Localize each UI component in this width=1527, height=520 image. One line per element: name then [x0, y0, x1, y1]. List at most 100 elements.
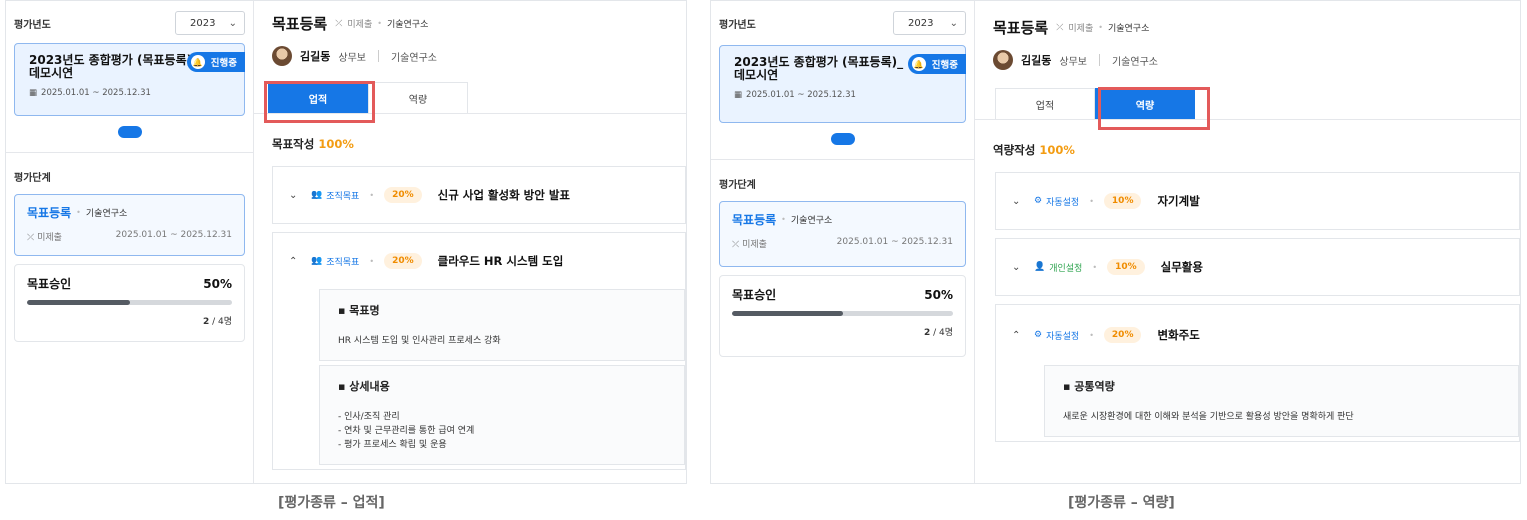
- right-screenshot-panel: 평가년도 2023 ⌄ 2023년도 종합평가 (목표등록)_데모시연 ▦ 2025…: [710, 0, 1521, 484]
- stage-dept: 기술연구소: [85, 209, 128, 219]
- user-info: 김길동 상무보 기술연구소: [993, 50, 1502, 70]
- year-label: 평가년도: [14, 19, 51, 31]
- section-title: 역량작성 100%: [993, 143, 1075, 157]
- competency-item[interactable]: ⌄ ⚙ 자동설정 • 10% 자기계발: [995, 172, 1520, 230]
- auto-setting-icon: ⚙: [1034, 330, 1043, 340]
- tab-performance[interactable]: 업적: [995, 88, 1095, 119]
- competency-weight: 10%: [1107, 259, 1145, 275]
- header-dept: 기술연구소: [1107, 24, 1150, 34]
- chevron-down-icon[interactable]: ⌄: [1012, 196, 1024, 207]
- competency-detail: ▪ 공통역량 새로운 시장환경에 대한 이해와 분석을 기반으로 활용성 방안을…: [1044, 365, 1519, 437]
- pager-indicator[interactable]: [830, 133, 855, 145]
- competency-weight: 20%: [1103, 327, 1142, 343]
- year-label: 평가년도: [719, 19, 756, 31]
- status-badge: 🔔 진행중: [907, 54, 966, 74]
- no-submit-icon: ⤫: [27, 233, 35, 243]
- goal-detail-name: ▪ 목표명 HR 시스템 도입 및 인사관리 프로세스 강화: [319, 289, 685, 361]
- stage-status: 미제출: [742, 240, 767, 250]
- goal-item-expanded[interactable]: ⌃ 👥 조직목표 • 20% 클라우드 HR 시스템 도입 ▪ 목표명 HR 시스…: [272, 232, 686, 470]
- approval-count: 2 / 4명: [923, 328, 953, 338]
- bell-icon: 🔔: [190, 55, 205, 69]
- bell-icon: 🔔: [911, 57, 926, 71]
- competency-name: 변화주도: [1157, 328, 1200, 342]
- user-rank: 상무보: [1059, 56, 1087, 68]
- no-submit-icon: ⤫: [1056, 22, 1064, 33]
- avatar: [993, 50, 1013, 70]
- user-name: 김길동: [1021, 54, 1052, 67]
- user-name: 김길동: [300, 50, 331, 63]
- competency-name: 실무활용: [1160, 260, 1203, 274]
- person-icon: 👤: [1034, 262, 1046, 272]
- chevron-down-icon: ⌄: [228, 17, 237, 29]
- evaluation-period: 2025.01.01 ~ 2025.12.31: [41, 88, 151, 98]
- pager-indicator[interactable]: [117, 126, 142, 138]
- stage-card-goal-registration[interactable]: 목표등록 • 기술연구소 ⤫ 미제출 2025.01.01 ~ 2025.12.…: [719, 201, 966, 267]
- competency-kind: 자동설정: [1046, 331, 1080, 342]
- calendar-icon: ▦: [734, 90, 743, 100]
- evaluation-card[interactable]: 2023년도 종합평가 (목표등록)_데모시연 ▦ 2025.01.01 ~ 20…: [14, 43, 245, 116]
- goal-kind: 조직목표: [326, 257, 360, 268]
- evaluation-card[interactable]: 2023년도 종합평가 (목표등록)_데모시연 ▦ 2025.01.01 ~ 20…: [719, 45, 966, 123]
- approval-progress-bar: [27, 300, 232, 305]
- approval-progress-bar: [732, 311, 953, 316]
- stage-section-label: 평가단계: [719, 180, 756, 191]
- competency-weight: 10%: [1103, 193, 1142, 209]
- people-icon: 👥: [311, 190, 323, 200]
- caption-performance: [평가종류 – 업적]: [278, 495, 385, 511]
- status-badge: 🔔 진행중: [186, 52, 245, 72]
- competency-item[interactable]: ⌄ 👤 개인설정 • 10% 실무활용: [995, 238, 1520, 296]
- goal-weight: 20%: [384, 187, 422, 203]
- year-select[interactable]: 2023 ⌄: [175, 11, 245, 35]
- stage-period: 2025.01.01 ~ 2025.12.31: [115, 230, 232, 240]
- section-percent: 100%: [1039, 143, 1075, 157]
- caption-competency: [평가종류 – 역량]: [1068, 495, 1175, 511]
- goal-kind: 조직목표: [326, 191, 360, 202]
- goal-detail-content: ▪ 상세내용 - 인사/조직 관리 - 연차 및 근무관리를 통한 급여 연계 …: [319, 365, 685, 465]
- chevron-down-icon[interactable]: ⌄: [1012, 262, 1024, 273]
- main-content: 목표등록 ⤫ 미제출 • 기술연구소 김길동 상무보 기술연구소 업적 역량 목표작성…: [254, 1, 686, 483]
- approval-name: 목표승인: [732, 288, 777, 302]
- stage-period: 2025.01.01 ~ 2025.12.31: [836, 237, 953, 247]
- approval-percent: 50%: [924, 287, 953, 302]
- goal-weight: 20%: [384, 253, 422, 269]
- year-select[interactable]: 2023 ⌄: [893, 11, 966, 35]
- user-dept: 기술연구소: [390, 52, 437, 64]
- tab-competency[interactable]: 역량: [1095, 88, 1195, 119]
- tab-competency[interactable]: 역량: [368, 82, 468, 113]
- chevron-up-icon[interactable]: ⌃: [289, 256, 301, 267]
- no-submit-icon: ⤫: [335, 18, 343, 29]
- competency-kind: 자동설정: [1046, 197, 1080, 208]
- stage-section-label: 평가단계: [14, 173, 51, 184]
- calendar-icon: ▦: [29, 88, 38, 98]
- section-title: 목표작성 100%: [272, 137, 354, 151]
- stage-dept: 기술연구소: [790, 216, 833, 226]
- stage-name: 목표등록: [27, 206, 72, 220]
- goal-item[interactable]: ⌄ 👥 조직목표 • 20% 신규 사업 활성화 방안 발표: [272, 166, 686, 224]
- page-title: 목표등록: [272, 15, 328, 33]
- evaluation-period: 2025.01.01 ~ 2025.12.31: [746, 90, 856, 100]
- competency-kind: 개인설정: [1049, 263, 1083, 274]
- tab-bar: 업적 역량: [254, 82, 686, 114]
- goal-name: 클라우드 HR 시스템 도입: [437, 254, 564, 268]
- submit-status: 미제출: [1068, 24, 1094, 34]
- progress-fill: [27, 300, 130, 305]
- main-content: 목표등록 ⤫ 미제출 • 기술연구소 김길동 상무보 기술연구소 업적 역량 역량작성…: [975, 1, 1520, 483]
- goal-name: 신규 사업 활성화 방안 발표: [437, 188, 571, 202]
- approval-count: 2 / 4명: [202, 317, 232, 327]
- tab-performance[interactable]: 업적: [268, 82, 368, 113]
- sidebar: 평가년도 2023 ⌄ 2023년도 종합평가 (목표등록)_데모시연 ▦ 2025…: [711, 1, 975, 483]
- people-icon: 👥: [311, 256, 323, 266]
- chevron-down-icon[interactable]: ⌄: [289, 190, 301, 201]
- competency-item-expanded[interactable]: ⌃ ⚙ 자동설정 • 20% 변화주도 ▪ 공통역량 새로운 시장환경에 대한 이…: [995, 304, 1520, 442]
- stage-card-goal-registration[interactable]: 목표등록 • 기술연구소 ⤫ 미제출 2025.01.01 ~ 2025.12.…: [14, 194, 245, 256]
- section-percent: 100%: [318, 137, 354, 151]
- stage-status: 미제출: [37, 233, 62, 243]
- stage-card-goal-approval[interactable]: 목표승인 50% 2 / 4명: [14, 264, 245, 342]
- user-dept: 기술연구소: [1111, 56, 1158, 68]
- stage-card-goal-approval[interactable]: 목표승인 50% 2 / 4명: [719, 275, 966, 357]
- progress-fill: [732, 311, 843, 316]
- evaluation-title: 2023년도 종합평가 (목표등록)_데모시연: [29, 53, 199, 80]
- user-rank: 상무보: [338, 52, 366, 64]
- header-dept: 기술연구소: [386, 20, 429, 30]
- chevron-up-icon[interactable]: ⌃: [1012, 330, 1024, 341]
